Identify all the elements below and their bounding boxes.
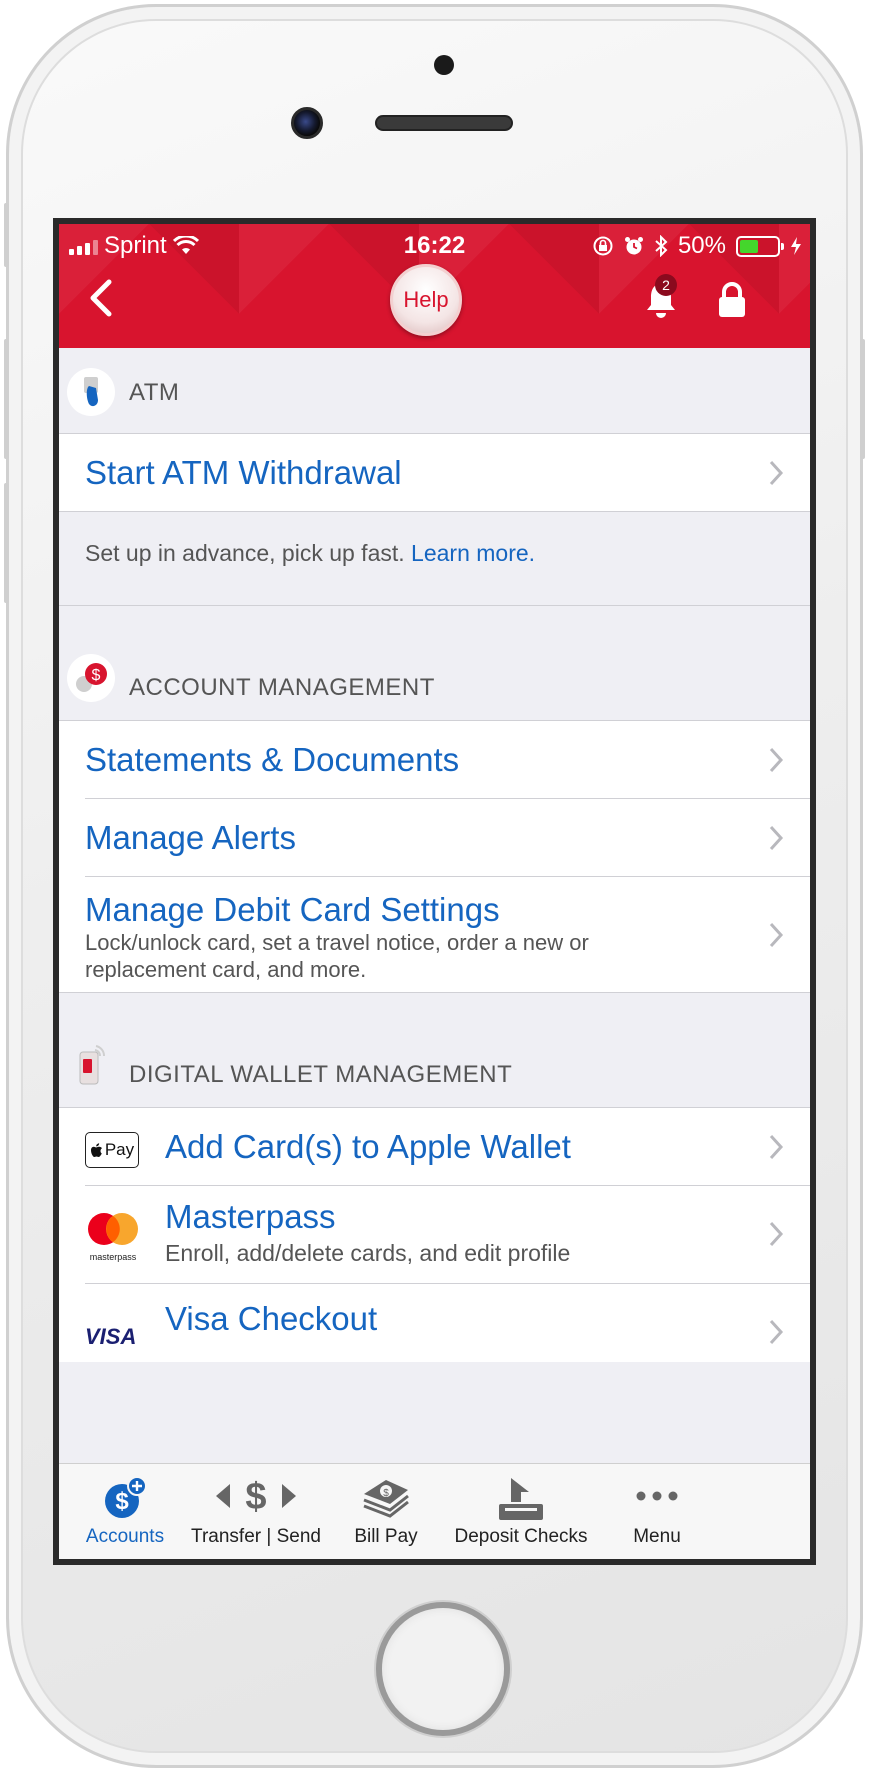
volume-down-button (4, 483, 9, 603)
learn-more-link[interactable]: Learn more. (411, 540, 535, 566)
tab-menu[interactable]: Menu (591, 1464, 723, 1559)
battery-icon (736, 235, 784, 257)
row-label: Visa Checkout (165, 1300, 378, 1337)
accounts-dollar-icon: $ (105, 1476, 147, 1518)
chevron-right-icon (769, 922, 784, 948)
power-button (860, 339, 865, 459)
masterpass-icon-text: masterpass (89, 1252, 137, 1262)
volume-up-button (4, 339, 9, 459)
svg-text:$: $ (245, 1476, 266, 1516)
chevron-right-icon (769, 1134, 784, 1160)
phone-wallet-icon (67, 1041, 115, 1089)
tab-bill-pay[interactable]: $ Bill Pay (321, 1464, 451, 1559)
tab-accounts[interactable]: $ Accounts (59, 1464, 191, 1559)
help-label: Help (403, 287, 449, 312)
rotation-lock-icon (593, 236, 613, 256)
section-spacer (59, 606, 810, 634)
chevron-right-icon (769, 1221, 784, 1247)
help-button[interactable]: Help (390, 264, 462, 336)
transfer-arrows-icon: $ (216, 1476, 296, 1516)
charging-icon (791, 237, 801, 255)
status-bar: Sprint 16:22 50% (59, 224, 810, 264)
row-label: Masterpass (165, 1198, 336, 1235)
svg-text:$: $ (383, 1488, 389, 1499)
tab-label: Accounts (85, 1526, 165, 1547)
chevron-right-icon (769, 1319, 784, 1345)
apple-pay-icon: Pay (85, 1132, 139, 1168)
earpiece-speaker (375, 115, 513, 131)
row-label: Manage Alerts (85, 819, 296, 856)
row-label: Manage Debit Card Settings (85, 891, 500, 928)
section-spacer (59, 993, 810, 1021)
proximity-sensor (434, 55, 454, 75)
svg-text:$: $ (115, 1488, 129, 1515)
atm-info-text: Set up in advance, pick up fast. (85, 540, 405, 566)
svg-text:$: $ (92, 667, 101, 684)
section-title-digital-wallet: DIGITAL WALLET MANAGEMENT (129, 1061, 513, 1088)
back-chevron-icon[interactable] (83, 276, 123, 320)
section-header-account-management: $ ACCOUNT MANAGEMENT (59, 634, 810, 721)
tab-label: Transfer | Send (191, 1526, 321, 1547)
divider (59, 992, 810, 993)
front-camera (291, 107, 323, 139)
section-title-account-management: ACCOUNT MANAGEMENT (129, 674, 435, 701)
visa-icon: VISA (85, 1324, 137, 1349)
section-title-atm: ATM (129, 379, 180, 406)
tab-transfer-send[interactable]: $ Transfer | Send (191, 1464, 321, 1559)
bottom-tab-bar: $ Accounts $ Transfer | Send $ Bill Pay … (59, 1463, 810, 1559)
manage-alerts-row[interactable]: Manage Alerts (59, 799, 810, 877)
deposit-check-icon (499, 1478, 543, 1520)
row-label: Statements & Documents (85, 741, 460, 778)
visa-checkout-row[interactable]: VISA Visa Checkout (59, 1284, 810, 1362)
masterpass-row[interactable]: masterpass Masterpass Enroll, add/delete… (59, 1186, 810, 1284)
row-subtitle: Lock/unlock card, set a travel notice, o… (85, 930, 589, 982)
account-money-icon: $ (67, 654, 115, 702)
tab-label: Deposit Checks (454, 1526, 588, 1547)
apple-pay-text: Pay (104, 1140, 135, 1159)
alarm-icon (624, 237, 643, 255)
manage-debit-card-settings-row[interactable]: Manage Debit Card Settings Lock/unlock c… (59, 877, 810, 993)
row-label: Start ATM Withdrawal (85, 454, 402, 491)
tab-label: Menu (633, 1526, 681, 1547)
masterpass-icon: masterpass (85, 1212, 141, 1262)
app-header: Sprint 16:22 50% Help 2 (59, 224, 810, 348)
section-header-atm: ATM (59, 348, 810, 434)
chevron-right-icon (769, 825, 784, 851)
phone-screen: Sprint 16:22 50% Help 2 ATM Start ATM Wi… (53, 218, 816, 1565)
home-button[interactable] (376, 1602, 510, 1736)
main-content: ATM Start ATM Withdrawal Set up in advan… (59, 348, 810, 1362)
chevron-right-icon (769, 460, 784, 486)
start-atm-withdrawal-row[interactable]: Start ATM Withdrawal (59, 434, 810, 512)
atm-info-block: Set up in advance, pick up fast. Learn m… (59, 512, 810, 606)
row-label: Add Card(s) to Apple Wallet (165, 1128, 571, 1165)
statements-documents-row[interactable]: Statements & Documents (59, 721, 810, 799)
chevron-right-icon (769, 747, 784, 773)
row-subtitle: Enroll, add/delete cards, and edit profi… (165, 1240, 571, 1266)
notification-badge: 2 (655, 274, 677, 296)
tab-label: Bill Pay (354, 1526, 418, 1547)
lock-icon[interactable] (715, 280, 749, 320)
tab-deposit-checks[interactable]: Deposit Checks (451, 1464, 591, 1559)
section-header-digital-wallet: DIGITAL WALLET MANAGEMENT (59, 1021, 810, 1108)
bill-pay-icon: $ (363, 1480, 409, 1518)
mute-switch (4, 203, 9, 267)
add-to-apple-wallet-row[interactable]: Pay Add Card(s) to Apple Wallet (59, 1108, 810, 1186)
more-dots-icon (636, 1491, 678, 1501)
battery-percent: 50% (677, 232, 726, 259)
bluetooth-icon (655, 235, 668, 257)
atm-icon (67, 368, 115, 416)
